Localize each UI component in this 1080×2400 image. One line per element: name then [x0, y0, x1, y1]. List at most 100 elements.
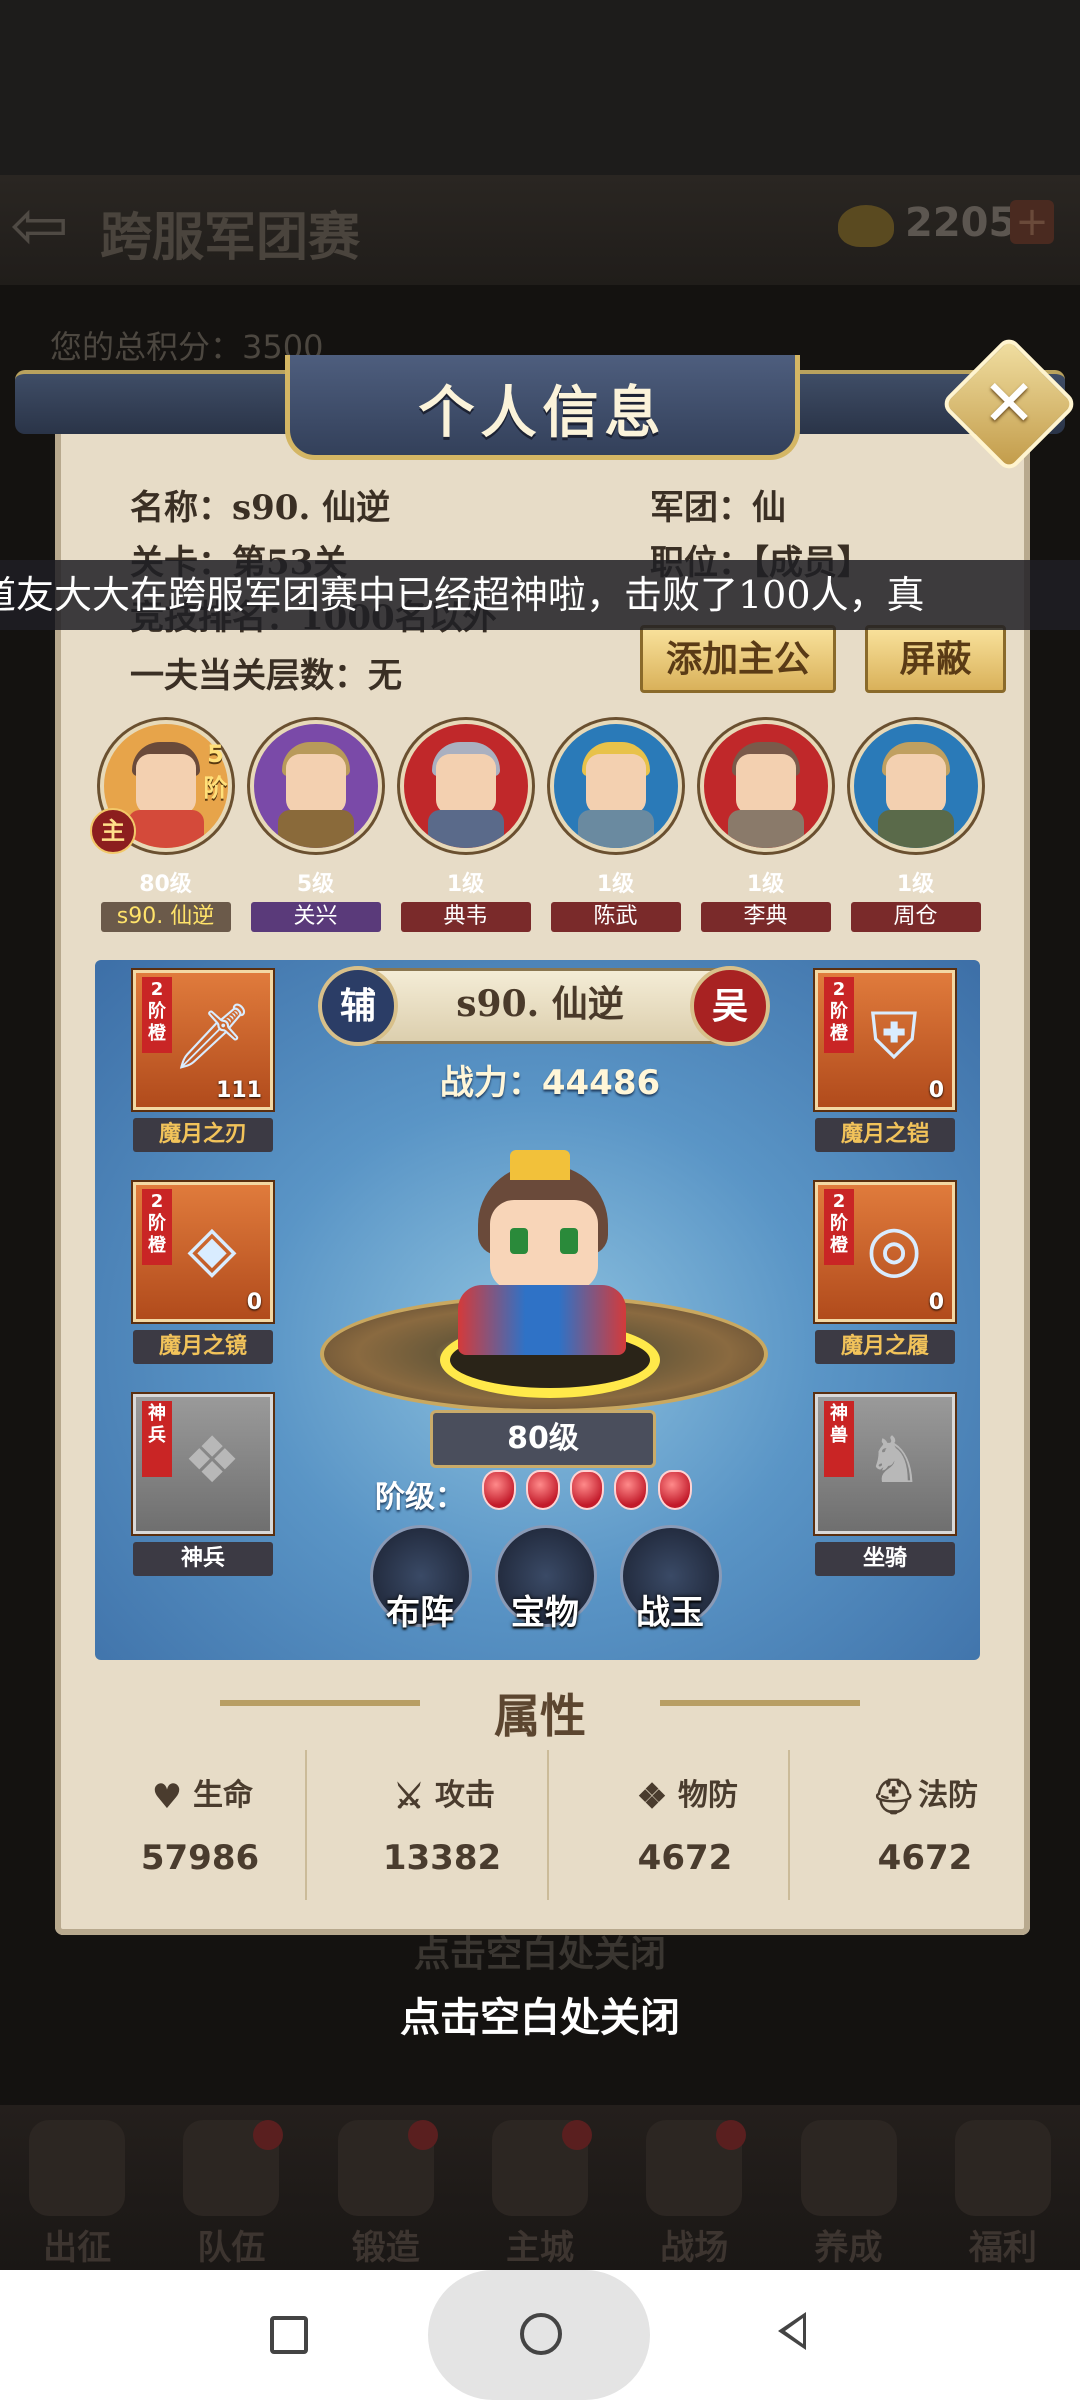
team-member[interactable]: 5级 关兴 [248, 720, 383, 932]
attribute-name-text: 法防 [918, 1778, 978, 1813]
attribute-name: ♥ 生命 [95, 1770, 305, 1814]
grade-gem-icon [482, 1470, 516, 1510]
recent-apps-icon[interactable] [270, 2316, 308, 2354]
hero-character[interactable] [458, 1285, 626, 1355]
attributes-title: 属性 [494, 1689, 586, 1743]
notification-dot-icon [407, 2120, 438, 2150]
hero-level: 80级 [430, 1410, 656, 1468]
add-gold-icon: + [1010, 200, 1054, 244]
equip-label: 坐骑 [815, 1542, 955, 1576]
team-member[interactable]: 1级 周仓 [848, 720, 983, 932]
team-name: 典韦 [400, 902, 531, 932]
attribute-separator [547, 1750, 549, 1900]
heart-icon: ♥ [151, 1777, 183, 1817]
avatar [549, 720, 682, 852]
team-member[interactable]: 1级 陈武 [548, 720, 683, 932]
equip-slot-weapon[interactable]: 2阶橙 🗡 111 魔月之刃 [133, 970, 273, 1152]
nav-label: 养成 [814, 2228, 883, 2268]
grade-gem-icon [614, 1470, 648, 1510]
equip-count: 0 [246, 1290, 262, 1315]
add-lord-button[interactable]: 添加主公 [640, 625, 836, 693]
nav-label: 锻造 [351, 2228, 420, 2268]
gold-ingot-icon [838, 205, 894, 247]
avatar-face [735, 754, 796, 814]
war-jade-button[interactable]: 战玉 [620, 1525, 722, 1634]
home-icon[interactable] [520, 2313, 562, 2355]
total-score: 您的总积分：3500 [50, 322, 323, 368]
divider-right [660, 1700, 860, 1706]
mount-icon: ♞ [865, 1424, 923, 1498]
total-score-label: 您的总积分： [50, 328, 243, 366]
avatar-body [727, 810, 804, 848]
equip-box: 神兽 ♞ [815, 1394, 955, 1534]
avatar-body [877, 810, 954, 848]
grade-gem-icon [658, 1470, 692, 1510]
attribute-name: ⛑法防 [820, 1770, 1030, 1814]
avatar-body [127, 810, 204, 848]
team-name: s90. 仙逆 [100, 902, 231, 932]
action-label: 布阵 [386, 1593, 454, 1633]
nav-label: 主城 [505, 2228, 574, 2268]
attribute-separator [788, 1750, 790, 1900]
block-button[interactable]: 屏蔽 [865, 625, 1006, 693]
formation-button[interactable]: 布阵 [370, 1525, 472, 1634]
nav-icon [954, 2120, 1051, 2216]
nav-item-duanzao: 锻造 [326, 2120, 446, 2270]
shield-paw-icon: ❖ [636, 1777, 668, 1817]
equip-slot-armor[interactable]: 2阶橙 ⛨ 0 魔月之铠 [815, 970, 955, 1152]
equip-box: 2阶橙 ◈ 0 [133, 1182, 273, 1322]
player-legion: 军团：仙 [650, 488, 786, 528]
divine-weapon-icon: ❖ [183, 1424, 241, 1498]
attribute-name: ⚔ 攻击 [337, 1770, 547, 1814]
equip-box: 2阶橙 ⛨ 0 [815, 970, 955, 1110]
nav-label: 战场 [660, 2228, 729, 2268]
team-member[interactable]: 5阶 主 80级 s90. 仙逆 [90, 720, 233, 932]
attribute-attack: ⚔ 攻击 13382 [337, 1770, 547, 1878]
player-name: 名称：s90. 仙逆 [130, 488, 391, 528]
avatar-face [885, 754, 946, 814]
equip-slot-boots[interactable]: 2阶橙 ◎ 0 魔月之履 [815, 1182, 955, 1364]
nav-item-zhucheng: 主城 [480, 2120, 600, 2270]
hero-eye [560, 1228, 578, 1254]
treasure-button[interactable]: 宝物 [495, 1525, 597, 1634]
equip-label: 魔月之刃 [133, 1118, 273, 1152]
equip-slot-divine-weapon[interactable]: 神兵 ❖ 神兵 [133, 1394, 273, 1576]
leader-badge: 主 [90, 808, 136, 854]
team-level: 1级 [446, 872, 485, 897]
close-x-icon[interactable]: ✕ [960, 355, 1058, 453]
team-member[interactable]: 1级 典韦 [398, 720, 533, 932]
action-label: 战玉 [636, 1593, 704, 1633]
team-level: 1级 [596, 872, 635, 897]
team-level: 5级 [296, 872, 335, 897]
team-name: 李典 [700, 902, 831, 932]
equip-slot-mount[interactable]: 神兽 ♞ 坐骑 [815, 1394, 955, 1576]
helmet-icon: ⛑ [872, 1777, 916, 1817]
grade-tag: 2阶橙 [142, 1189, 172, 1265]
equip-box: 2阶橙 ◎ 0 [815, 1182, 955, 1322]
equip-slot-mirror[interactable]: 2阶橙 ◈ 0 魔月之镜 [133, 1182, 273, 1364]
attribute-value: 13382 [382, 1838, 502, 1878]
avatar-body [577, 810, 654, 848]
equip-count: 0 [928, 1078, 944, 1103]
equip-label: 魔月之铠 [815, 1118, 955, 1152]
team-level: 80级 [139, 872, 192, 897]
attribute-hp: ♥ 生命 57986 [95, 1770, 305, 1878]
attribute-separator [305, 1750, 307, 1900]
team-name: 陈武 [550, 902, 681, 932]
nav-item-yangcheng: 养成 [789, 2120, 909, 2270]
team-member[interactable]: 1级 李典 [698, 720, 833, 932]
sword-icon: 🗡 [172, 1000, 254, 1074]
nav-icon [29, 2120, 126, 2216]
equip-label: 魔月之镜 [133, 1330, 273, 1364]
equip-count: 111 [216, 1078, 262, 1103]
close-hint[interactable]: 点击空白处关闭 [0, 1985, 1080, 2043]
attribute-name: ❖ 物防 [580, 1770, 790, 1814]
hero-name: s90. 仙逆 [456, 983, 624, 1025]
avatar-body [277, 810, 354, 848]
grade-tag: 2阶橙 [824, 1189, 854, 1265]
avatar-face [285, 754, 346, 814]
kingdom-wu-badge-icon: 吴 [690, 966, 770, 1046]
grade-gem-icon [570, 1470, 604, 1510]
grade-tag: 神兽 [824, 1401, 854, 1477]
nav-item-zhanchang: 战场 [634, 2120, 754, 2270]
